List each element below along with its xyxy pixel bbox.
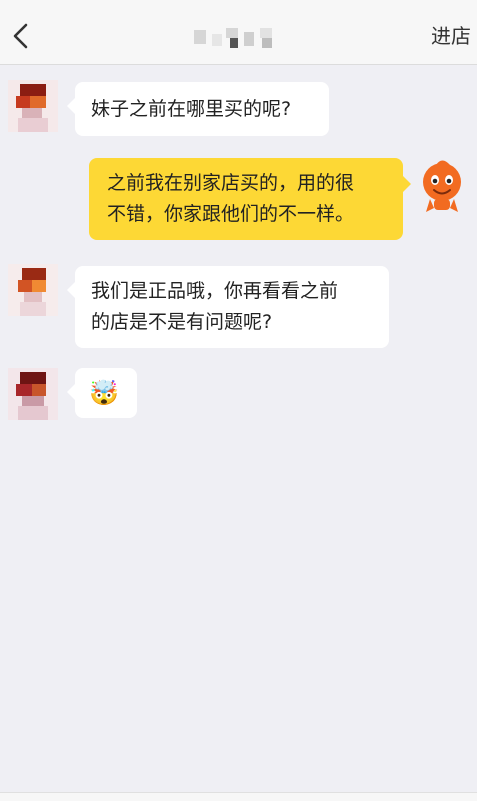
message-bubble-received: 妹子之前在哪里买的呢? xyxy=(67,82,329,136)
message-text-line: 之前我在别家店买的，用的很 xyxy=(107,172,355,194)
chevron-left-icon xyxy=(13,23,28,49)
enter-store-button[interactable]: 进店 xyxy=(431,22,471,50)
message-text: 妹子之前在哪里买的呢? xyxy=(91,98,292,120)
message-bubble-received: 我们是正品哦，你再看看之前 的店是不是有问题呢? xyxy=(67,266,389,348)
emoji-exploding-head-icon: 🤯 xyxy=(89,379,119,407)
top-nav-bar: 进店 xyxy=(0,8,477,65)
message-text-line: 的店是不是有问题呢? xyxy=(91,311,273,333)
message-bubble-sent: 之前我在别家店买的，用的很 不错，你家跟他们的不一样。 xyxy=(89,158,411,240)
message-bubble-received: 🤯 xyxy=(67,368,137,418)
chat-title-masked xyxy=(190,24,290,50)
message-text-line: 我们是正品哦，你再看看之前 xyxy=(91,280,339,302)
user-mascot-avatar[interactable] xyxy=(414,158,470,214)
status-bar xyxy=(0,0,477,8)
shop-avatar[interactable] xyxy=(8,264,58,316)
shop-avatar[interactable] xyxy=(8,80,58,132)
message-text-line: 不错，你家跟他们的不一样。 xyxy=(107,203,355,225)
back-button[interactable] xyxy=(6,14,42,58)
shop-avatar[interactable] xyxy=(8,368,58,420)
